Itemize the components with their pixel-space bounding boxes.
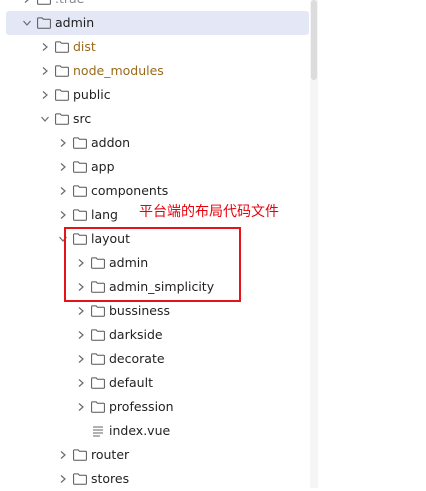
chevron-right-icon[interactable]: [57, 209, 69, 221]
tree-item-label: profession: [109, 399, 174, 414]
chevron-right-icon[interactable]: [39, 89, 51, 101]
tree-item--trae[interactable]: .trae: [6, 0, 309, 11]
tree-item-components[interactable]: components: [6, 179, 309, 203]
folder-icon: [73, 161, 87, 173]
tree-item-stores[interactable]: stores: [6, 467, 309, 491]
tree-item-label: addon: [91, 135, 131, 150]
tree-item-index-vue[interactable]: index.vue: [6, 419, 309, 443]
tree-item-node-modules[interactable]: node_modules: [6, 59, 309, 83]
tree-item-profession[interactable]: profession: [6, 395, 309, 419]
folder-icon: [37, 17, 51, 29]
tree-item-label: node_modules: [73, 63, 164, 78]
layout-highlight-box: [64, 227, 241, 302]
chevron-right-icon[interactable]: [39, 41, 51, 53]
tree-item-label: public: [73, 87, 111, 102]
tree-item-label: dist: [73, 39, 96, 54]
tree-item-label: app: [91, 159, 115, 174]
tree-item-public[interactable]: public: [6, 83, 309, 107]
chevron-right-icon[interactable]: [39, 65, 51, 77]
tree-item-label: stores: [91, 471, 130, 486]
tree-item-label: router: [91, 447, 130, 462]
folder-icon: [73, 473, 87, 485]
tree-item-label: .trae: [55, 0, 84, 11]
tree-item-label: components: [91, 183, 169, 198]
folder-icon: [55, 65, 69, 77]
file-lines-icon: [92, 425, 104, 437]
tree-item-admin[interactable]: admin: [6, 11, 309, 35]
tree-item-label: index.vue: [109, 423, 171, 438]
tree-item-dist[interactable]: dist: [6, 35, 309, 59]
chevron-right-icon[interactable]: [75, 305, 87, 317]
scrollbar-thumb[interactable]: [311, 0, 317, 80]
tree-item-label: decorate: [109, 351, 165, 366]
tree-item-label: src: [73, 111, 92, 126]
tree-item-label: default: [109, 375, 153, 390]
folder-icon: [91, 377, 105, 389]
chevron-right-icon[interactable]: [57, 449, 69, 461]
folder-icon: [91, 401, 105, 413]
chevron-right-icon[interactable]: [75, 377, 87, 389]
folder-icon: [73, 137, 87, 149]
annotation-label: 平台端的布局代码文件: [139, 204, 279, 220]
chevron-right-icon[interactable]: [57, 473, 69, 485]
tree-item-addon[interactable]: addon: [6, 131, 309, 155]
chevron-down-icon[interactable]: [21, 17, 33, 29]
tree-item-label: bussiness: [109, 303, 170, 318]
folder-icon: [37, 0, 51, 5]
tree-item-decorate[interactable]: decorate: [6, 347, 309, 371]
folder-icon: [73, 209, 87, 221]
tree-item-default[interactable]: default: [6, 371, 309, 395]
chevron-right-icon[interactable]: [57, 161, 69, 173]
folder-icon: [73, 185, 87, 197]
tree-item-bussiness[interactable]: bussiness: [6, 299, 309, 323]
folder-icon: [55, 41, 69, 53]
tree-item-label: lang: [91, 207, 118, 222]
folder-icon: [91, 305, 105, 317]
folder-icon: [55, 113, 69, 125]
chevron-right-icon[interactable]: [75, 353, 87, 365]
tree-item-router[interactable]: router: [6, 443, 309, 467]
chevron-right-icon[interactable]: [75, 401, 87, 413]
tree-item-darkside[interactable]: darkside: [6, 323, 309, 347]
chevron-right-icon[interactable]: [57, 137, 69, 149]
chevron-right-icon[interactable]: [75, 329, 87, 341]
folder-icon: [73, 449, 87, 461]
folder-icon: [55, 89, 69, 101]
chevron-right-icon[interactable]: [57, 185, 69, 197]
tree-item-src[interactable]: src: [6, 107, 309, 131]
chevron-right-icon[interactable]: [21, 0, 33, 5]
tree-item-app[interactable]: app: [6, 155, 309, 179]
folder-icon: [91, 329, 105, 341]
chevron-down-icon[interactable]: [39, 113, 51, 125]
folder-icon: [91, 353, 105, 365]
tree-item-label: admin: [55, 15, 95, 30]
tree-item-label: darkside: [109, 327, 163, 342]
